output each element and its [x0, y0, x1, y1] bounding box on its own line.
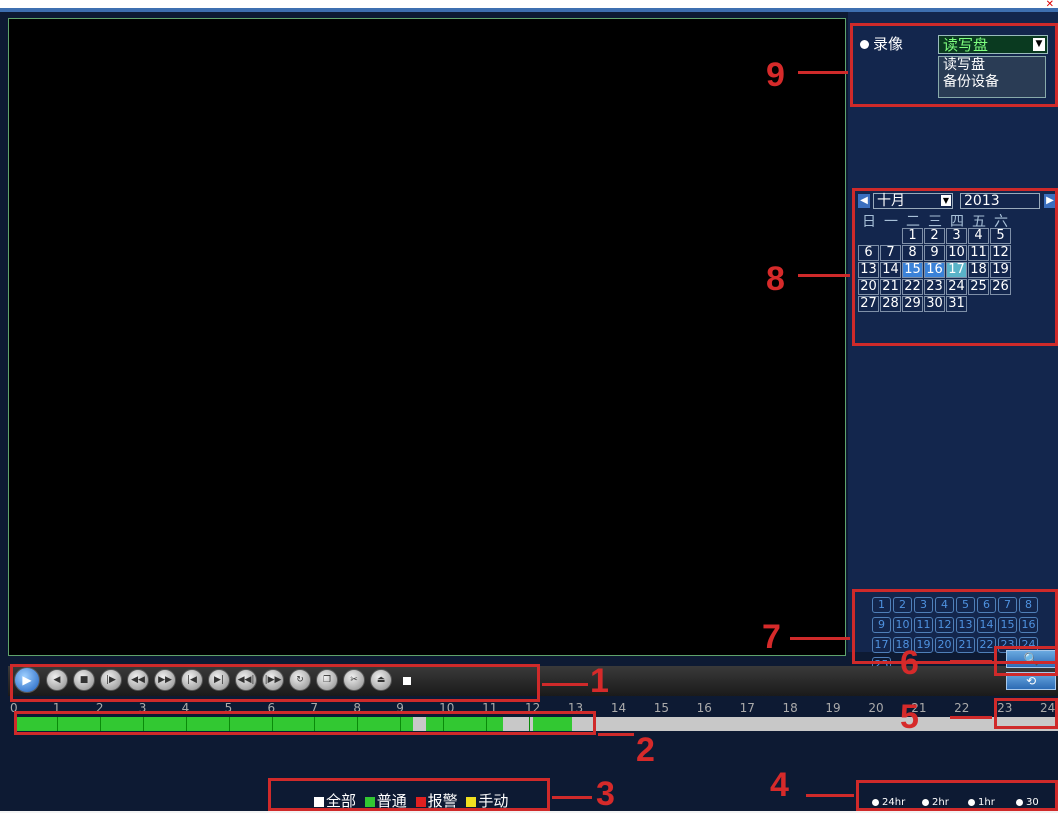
annotation-box-9: [850, 23, 1058, 107]
annotation-line-6: [950, 660, 992, 663]
refresh-icon: ⟲: [1025, 674, 1037, 688]
hour-tick: 17: [739, 701, 755, 715]
annotation-line-2: [598, 733, 634, 736]
close-icon[interactable]: ✕: [1046, 0, 1054, 10]
annotation-number-8: 8: [766, 260, 785, 298]
annotation-line-9: [798, 71, 848, 74]
annotation-number-4: 4: [770, 766, 789, 804]
annotation-box-8: [852, 188, 1058, 346]
hour-tick: 14: [610, 701, 627, 715]
hour-tick: 18: [782, 701, 798, 715]
video-area: [8, 18, 846, 656]
annotation-box-4: [856, 780, 1058, 811]
hour-tick: 16: [696, 701, 712, 715]
annotation-number-5: 5: [900, 698, 919, 736]
hour-tick: 19: [825, 701, 841, 715]
title-bar: ✕: [0, 0, 1058, 12]
annotation-number-7: 7: [762, 618, 781, 656]
hour-tick: 20: [868, 701, 884, 715]
annotation-box-1: [10, 664, 540, 702]
annotation-line-8: [798, 274, 850, 277]
annotation-line-7: [790, 637, 850, 640]
annotation-box-7: [852, 589, 1058, 664]
annotation-box-3: [268, 778, 550, 811]
annotation-box-5: [994, 698, 1058, 729]
annotation-number-3: 3: [596, 775, 615, 813]
annotation-line-1: [542, 683, 588, 686]
annotation-number-1: 1: [590, 662, 609, 700]
annotation-line-3: [552, 796, 592, 799]
annotation-number-9: 9: [766, 56, 785, 94]
hour-tick: 22: [954, 701, 970, 715]
annotation-line-5: [950, 716, 992, 719]
annotation-number-6: 6: [900, 644, 919, 682]
annotation-line-4: [806, 794, 854, 797]
annotation-number-2: 2: [636, 731, 655, 769]
annotation-box-2: [14, 711, 596, 735]
hour-tick: 15: [653, 701, 670, 715]
